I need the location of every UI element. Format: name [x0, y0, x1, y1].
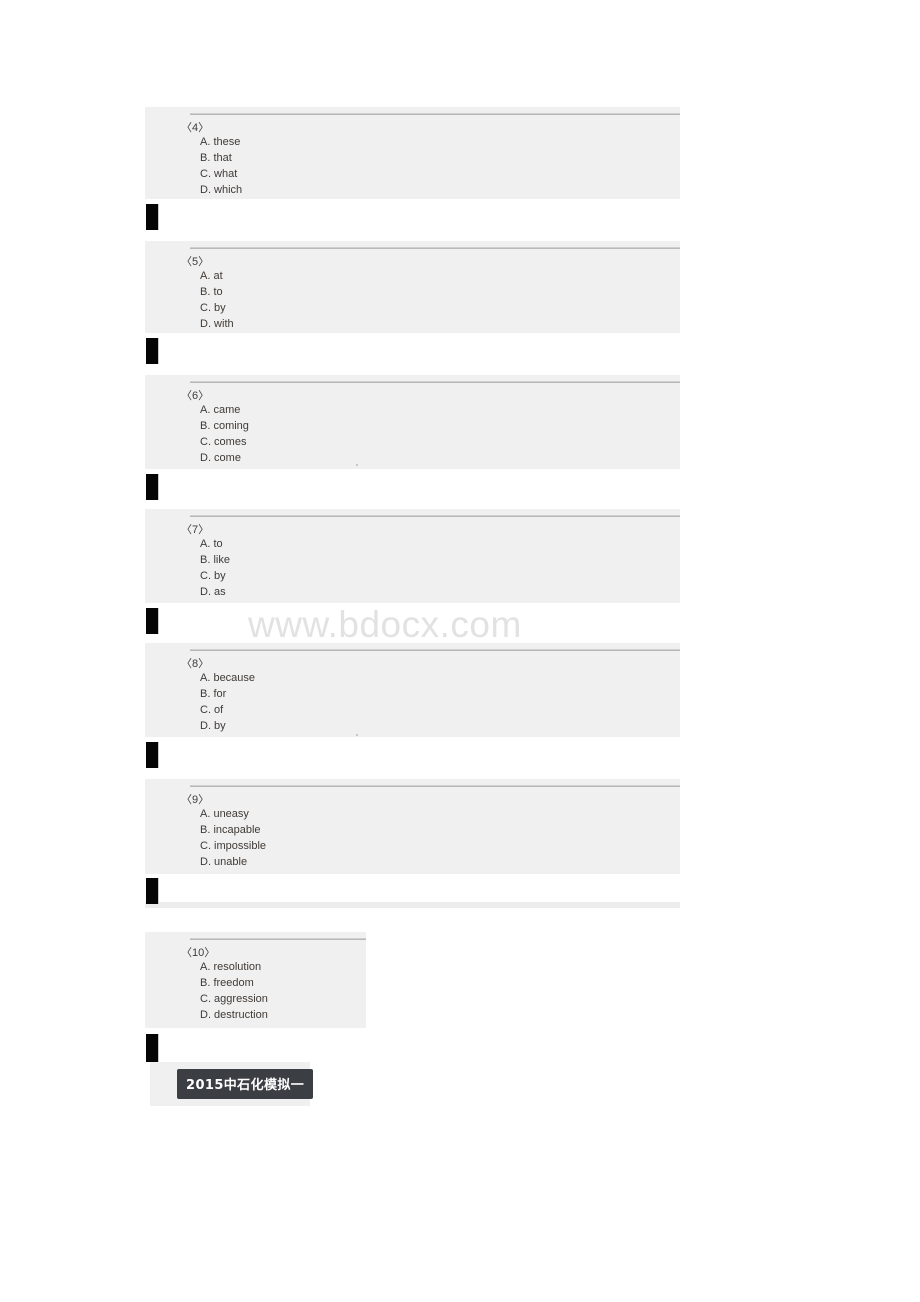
footer-label-container: 2015中石化模拟一 [150, 1062, 314, 1106]
option-a[interactable]: A. because [200, 672, 255, 684]
option-d[interactable]: D. with [200, 318, 234, 330]
option-b[interactable]: B. that [200, 152, 232, 164]
question-block-4: 〈4〉 A. these B. that C. what D. which [145, 107, 680, 199]
question-divider-rule [190, 515, 680, 517]
page-break-marker [146, 742, 159, 768]
option-a[interactable]: A. came [200, 404, 240, 416]
question-block-8: 〈8〉 A. because B. for C. of D. by [145, 643, 680, 737]
question-number: 〈8〉 [181, 658, 210, 670]
option-a[interactable]: A. at [200, 270, 223, 282]
section-separator-strip [145, 902, 680, 908]
scan-speck [356, 464, 358, 466]
question-divider-rule [190, 247, 680, 249]
question-block-7: 〈7〉 A. to B. like C. by D. as [145, 509, 680, 603]
option-b[interactable]: B. for [200, 688, 226, 700]
option-b[interactable]: B. like [200, 554, 230, 566]
site-watermark: www.bdocx.com [248, 604, 522, 645]
question-block-6: 〈6〉 A. came B. coming C. comes D. come [145, 375, 680, 469]
option-c[interactable]: C. by [200, 302, 226, 314]
question-divider-rule [190, 381, 680, 383]
question-number: 〈7〉 [181, 524, 210, 536]
option-c[interactable]: C. impossible [200, 840, 266, 852]
option-a[interactable]: A. to [200, 538, 223, 550]
option-b[interactable]: B. incapable [200, 824, 261, 836]
option-c[interactable]: C. comes [200, 436, 246, 448]
page-break-marker [146, 474, 159, 500]
question-divider-rule [190, 649, 680, 651]
page-break-marker [146, 204, 159, 230]
option-d[interactable]: D. destruction [200, 1009, 268, 1021]
page-break-marker [146, 878, 159, 904]
option-d[interactable]: D. as [200, 586, 226, 598]
document-page: 〈4〉 A. these B. that C. what D. which 〈5… [0, 0, 920, 1302]
question-number: 〈4〉 [181, 122, 210, 134]
option-b[interactable]: B. to [200, 286, 223, 298]
option-a[interactable]: A. resolution [200, 961, 261, 973]
page-break-marker [146, 338, 159, 364]
question-divider-rule [190, 113, 680, 115]
page-break-marker [146, 1034, 159, 1062]
question-block-10: 〈10〉 A. resolution B. freedom C. aggress… [145, 932, 366, 1028]
question-number: 〈5〉 [181, 256, 210, 268]
question-number: 〈6〉 [181, 390, 210, 402]
question-block-9: 〈9〉 A. uneasy B. incapable C. impossible… [145, 779, 680, 874]
scan-speck [356, 734, 358, 736]
page-break-marker [146, 608, 159, 634]
option-c[interactable]: C. aggression [200, 993, 268, 1005]
option-b[interactable]: B. coming [200, 420, 249, 432]
exam-title-chip[interactable]: 2015中石化模拟一 [177, 1069, 314, 1099]
option-b[interactable]: B. freedom [200, 977, 254, 989]
question-divider-rule [190, 938, 366, 940]
option-d[interactable]: D. unable [200, 856, 247, 868]
question-block-5: 〈5〉 A. at B. to C. by D. with [145, 241, 680, 333]
option-c[interactable]: C. by [200, 570, 226, 582]
question-divider-rule [190, 785, 680, 787]
option-d[interactable]: D. which [200, 184, 242, 196]
option-a[interactable]: A. these [200, 136, 240, 148]
option-d[interactable]: D. come [200, 452, 241, 464]
question-number: 〈9〉 [181, 794, 210, 806]
option-c[interactable]: C. what [200, 168, 237, 180]
option-a[interactable]: A. uneasy [200, 808, 249, 820]
question-number: 〈10〉 [181, 947, 216, 959]
option-c[interactable]: C. of [200, 704, 223, 716]
option-d[interactable]: D. by [200, 720, 226, 732]
